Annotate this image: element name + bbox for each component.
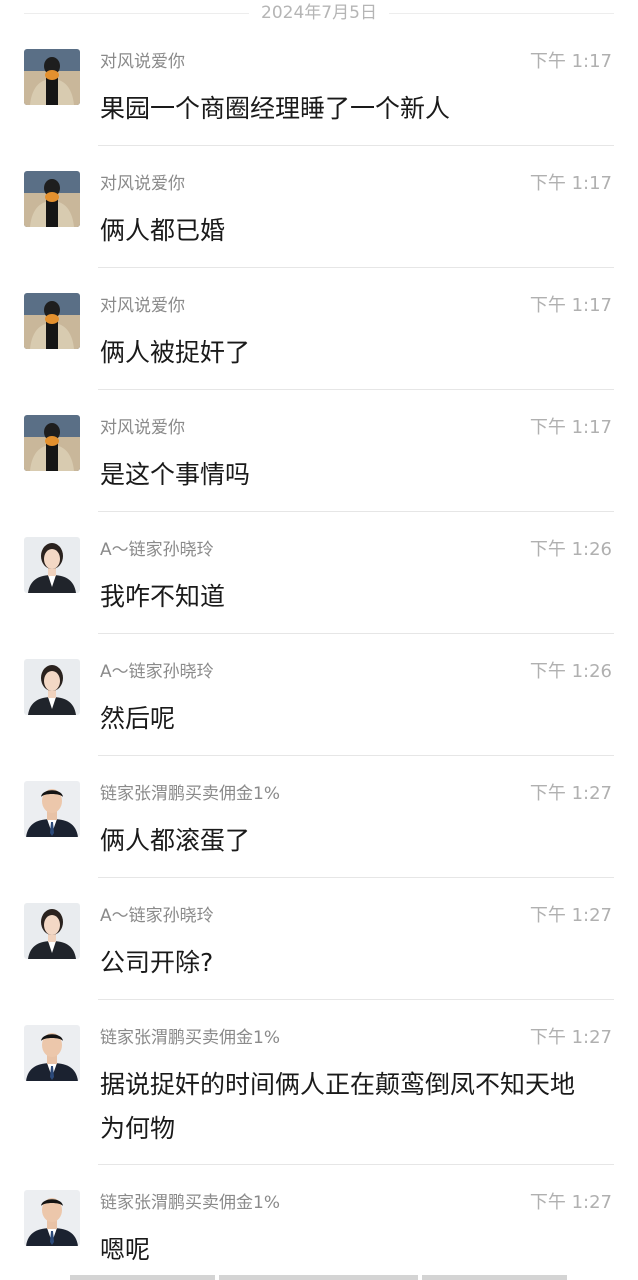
message-time: 下午 1:17 [529,51,612,72]
bottom-indicator [422,1275,567,1280]
sender-name: 链家张渭鹏买卖佣金1% [100,1028,280,1048]
message-time: 下午 1:17 [529,417,612,438]
date-label: 2024年7月5日 [249,0,389,26]
date-separator: 2024年7月5日 [0,0,638,26]
message-text: 俩人都已婚 [100,216,226,245]
message-text: 俩人被捉奸了 [100,338,251,367]
message-time: 下午 1:17 [529,173,612,194]
message-time: 下午 1:26 [529,661,612,682]
avatar-sun[interactable] [24,659,80,715]
message-divider [98,1164,614,1165]
message-time: 下午 1:27 [529,1027,612,1048]
avatar-zhang[interactable] [24,1025,80,1081]
avatar-duifeng[interactable] [24,293,80,349]
message-text: 嗯呢 [100,1235,151,1264]
sender-name: A～链家孙晓玲 [100,906,214,926]
sender-name: 链家张渭鹏买卖佣金1% [100,784,280,804]
message-text: 我咋不知道 [100,582,226,611]
message-time: 下午 1:27 [529,783,612,804]
message-time: 下午 1:26 [529,539,612,560]
message-text: 俩人都滚蛋了 [100,826,251,855]
message-text: 是这个事情吗 [100,460,251,489]
avatar-duifeng[interactable] [24,415,80,471]
message-text: 然后呢 [100,704,176,733]
sender-name: A～链家孙晓玲 [100,662,214,682]
sender-name: 对风说爱你 [100,52,185,72]
sender-name: A～链家孙晓玲 [100,540,214,560]
message-divider [98,267,614,268]
message-divider [98,511,614,512]
message-text: 公司开除? [100,948,214,977]
avatar-zhang[interactable] [24,781,80,837]
bottom-indicator [70,1275,215,1280]
avatar-sun[interactable] [24,537,80,593]
message-time: 下午 1:27 [529,1192,612,1213]
message-divider [98,755,614,756]
avatar-duifeng[interactable] [24,49,80,105]
avatar-zhang[interactable] [24,1190,80,1246]
sender-name: 对风说爱你 [100,296,185,316]
avatar-duifeng[interactable] [24,171,80,227]
message-divider [98,999,614,1000]
message-time: 下午 1:17 [529,295,612,316]
message-divider [98,389,614,390]
message-text: 据说捉奸的时间俩人正在颠鸾倒凤不知天地为何物 [100,1070,576,1143]
bottom-indicator [219,1275,418,1280]
sender-name: 对风说爱你 [100,174,185,194]
message-divider [98,877,614,878]
message-divider [98,633,614,634]
sender-name: 对风说爱你 [100,418,185,438]
avatar-sun[interactable] [24,903,80,959]
message-time: 下午 1:27 [529,905,612,926]
sender-name: 链家张渭鹏买卖佣金1% [100,1193,280,1213]
message-text: 果园一个商圈经理睡了一个新人 [100,94,451,123]
message-divider [98,145,614,146]
